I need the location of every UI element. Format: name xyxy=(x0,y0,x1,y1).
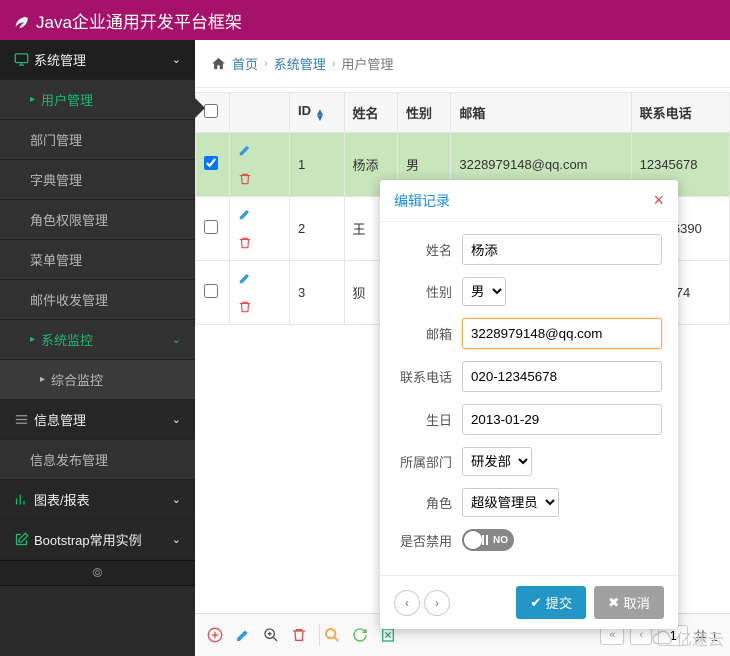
refresh-button[interactable] xyxy=(352,627,368,643)
prev-record[interactable]: ‹ xyxy=(394,590,420,616)
sort-icon: ▲▼ xyxy=(315,110,325,122)
collapse-icon: ⦾ xyxy=(92,565,102,580)
edit-button[interactable] xyxy=(235,627,251,643)
col-id[interactable]: ID▲▼ xyxy=(290,93,345,133)
zoom-button[interactable] xyxy=(263,627,279,643)
sidebar-item-user-mgmt[interactable]: ▸用户管理 xyxy=(0,80,195,120)
page-total: 共 1 xyxy=(694,626,718,645)
cell-id: 3 xyxy=(290,261,345,325)
cell-id: 2 xyxy=(290,197,345,261)
breadcrumb-l2: 用户管理 xyxy=(341,54,393,73)
label-birthday: 生日 xyxy=(396,410,462,429)
app-header: Java企业通用开发平台框架 xyxy=(0,0,730,40)
sidebar-collapse[interactable]: ⦾ xyxy=(0,560,195,586)
leaf-icon xyxy=(12,11,30,29)
chevron-down-icon: ⌄ xyxy=(172,493,181,506)
row-checkbox[interactable] xyxy=(204,220,218,234)
select-dept[interactable]: 研发部 xyxy=(462,447,532,476)
label-email: 邮箱 xyxy=(396,324,462,343)
next-record[interactable]: › xyxy=(424,590,450,616)
sidebar-section-chart[interactable]: 图表/报表⌄ xyxy=(0,480,195,520)
row-checkbox[interactable] xyxy=(204,156,218,170)
delete-button[interactable] xyxy=(291,627,307,643)
row-delete-icon[interactable] xyxy=(238,172,281,186)
search-button[interactable] xyxy=(324,627,340,643)
sidebar-item-monitor[interactable]: ▸系统监控⌄ xyxy=(0,320,195,360)
modal-title: 编辑记录 xyxy=(394,191,653,211)
edit-modal: 编辑记录 × 姓名 性别男 邮箱 联系电话 生日 所属部门研发部 角色超级管理员… xyxy=(380,180,678,629)
sidebar-item-role-mgmt[interactable]: 角色权限管理 xyxy=(0,200,195,240)
row-delete-icon[interactable] xyxy=(238,300,281,314)
row-edit-icon[interactable] xyxy=(238,271,281,285)
col-gender[interactable]: 性别 xyxy=(397,93,450,133)
col-email[interactable]: 邮箱 xyxy=(451,93,631,133)
row-delete-icon[interactable] xyxy=(238,236,281,250)
label-phone: 联系电话 xyxy=(396,367,462,386)
cancel-button[interactable]: ✖取消 xyxy=(594,586,664,619)
add-button[interactable] xyxy=(207,627,223,643)
sidebar-section-bootstrap[interactable]: Bootstrap常用实例⌄ xyxy=(0,520,195,560)
breadcrumb: 首页 › 系统管理 › 用户管理 xyxy=(195,40,730,88)
breadcrumb-home[interactable]: 首页 xyxy=(232,54,258,73)
chevron-down-icon: ⌄ xyxy=(172,533,181,546)
select-role[interactable]: 超级管理员 xyxy=(462,488,559,517)
list-icon xyxy=(14,412,34,427)
chevron-down-icon: ⌄ xyxy=(172,413,181,426)
sidebar-item-mail-mgmt[interactable]: 邮件收发管理 xyxy=(0,280,195,320)
chevron-down-icon: ⌄ xyxy=(172,53,181,66)
label-disabled: 是否禁用 xyxy=(396,531,462,550)
cell-id: 1 xyxy=(290,133,345,197)
label-gender: 性别 xyxy=(396,282,462,301)
submit-button[interactable]: ✔提交 xyxy=(516,586,586,619)
close-icon[interactable]: × xyxy=(653,190,664,211)
x-icon: ✖ xyxy=(608,595,619,611)
check-icon: ✔ xyxy=(530,595,541,611)
breadcrumb-l1[interactable]: 系统管理 xyxy=(274,54,326,73)
sidebar-item-monitor-child[interactable]: ▸综合监控 xyxy=(0,360,195,400)
row-edit-icon[interactable] xyxy=(238,143,281,157)
input-name[interactable] xyxy=(462,234,662,265)
label-name: 姓名 xyxy=(396,240,462,259)
sidebar-item-info-publish[interactable]: 信息发布管理 xyxy=(0,440,195,480)
export-button[interactable] xyxy=(380,627,396,643)
label-role: 角色 xyxy=(396,493,462,512)
select-all-checkbox[interactable] xyxy=(204,104,218,118)
col-name[interactable]: 姓名 xyxy=(344,93,397,133)
sidebar-top-system[interactable]: 系统管理 ⌄ xyxy=(0,40,195,80)
select-gender[interactable]: 男 xyxy=(462,277,506,306)
input-email[interactable] xyxy=(462,318,662,349)
home-icon xyxy=(211,56,226,71)
row-checkbox[interactable] xyxy=(204,284,218,298)
col-phone[interactable]: 联系电话 xyxy=(631,93,729,133)
app-title: Java企业通用开发平台框架 xyxy=(36,8,242,33)
row-edit-icon[interactable] xyxy=(238,207,281,221)
input-birthday[interactable] xyxy=(462,404,662,435)
sidebar: 系统管理 ⌄ ▸用户管理 部门管理 字典管理 角色权限管理 菜单管理 邮件收发管… xyxy=(0,40,195,656)
edit-icon xyxy=(14,532,34,547)
sidebar-item-menu-mgmt[interactable]: 菜单管理 xyxy=(0,240,195,280)
sidebar-item-dept-mgmt[interactable]: 部门管理 xyxy=(0,120,195,160)
chart-icon xyxy=(14,492,34,507)
toggle-disabled[interactable]: NO xyxy=(462,529,514,551)
sidebar-section-info[interactable]: 信息管理⌄ xyxy=(0,400,195,440)
sidebar-item-dict-mgmt[interactable]: 字典管理 xyxy=(0,160,195,200)
desktop-icon xyxy=(14,52,34,67)
chevron-down-icon: ⌄ xyxy=(172,333,181,346)
input-phone[interactable] xyxy=(462,361,662,392)
label-dept: 所属部门 xyxy=(396,452,462,471)
